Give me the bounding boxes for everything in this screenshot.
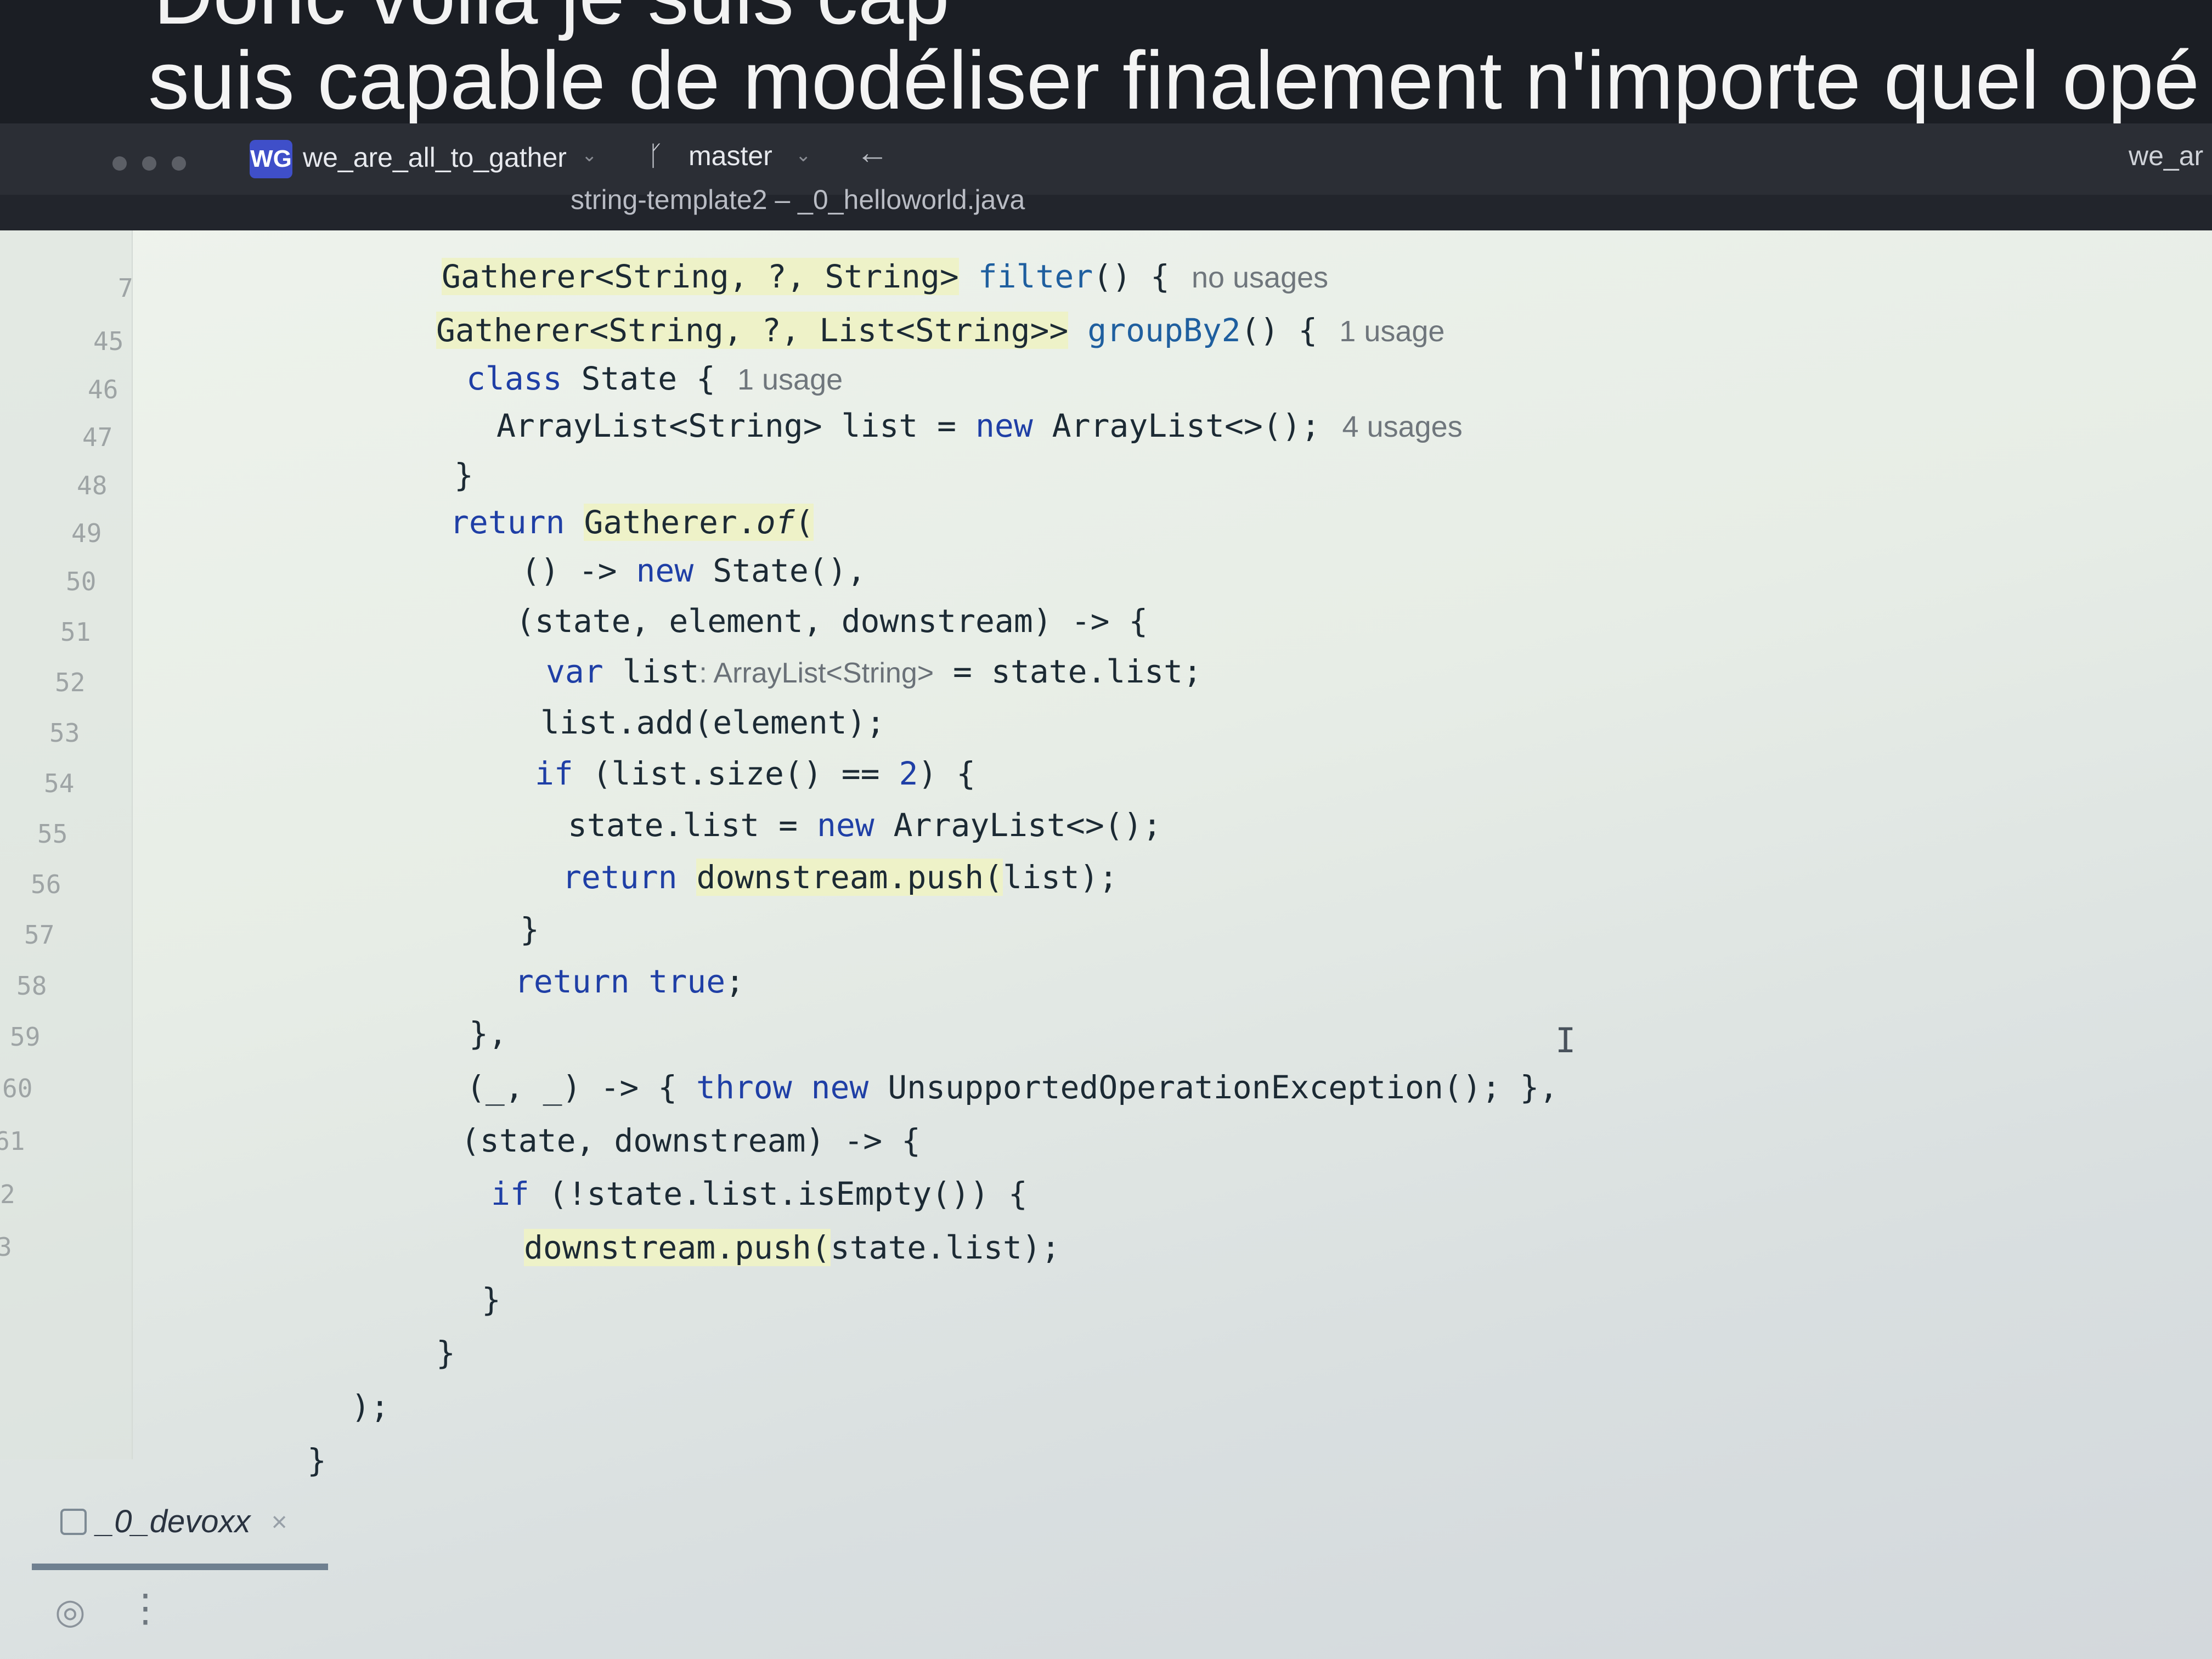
code-line[interactable]: } (307, 1442, 326, 1479)
line-number: 60 (2, 1074, 33, 1103)
code-line[interactable]: return downstream.push(list); (562, 859, 1118, 896)
line-number: 53 (49, 718, 80, 748)
code-line[interactable]: } (454, 456, 473, 494)
code-line[interactable]: ); (351, 1388, 390, 1425)
more-vertical-icon[interactable]: ⋮ (126, 1585, 165, 1630)
close-window-dot[interactable] (112, 156, 127, 171)
code-line[interactable]: var list: ArrayList<String> = state.list… (546, 653, 1202, 690)
usage-hint[interactable]: no usages (1192, 261, 1328, 294)
line-number: 3 (0, 1232, 12, 1262)
code-line[interactable]: return true; (515, 963, 744, 1000)
maximize-window-dot[interactable] (172, 156, 186, 171)
file-title: string-template2 – _0_helloworld.java (571, 184, 1025, 215)
project-badge[interactable]: WG (250, 140, 292, 178)
right-project-label[interactable]: we_ar (2129, 140, 2203, 172)
line-number: 49 (71, 518, 102, 548)
line-number: 61 (0, 1126, 25, 1156)
camera-icon[interactable]: ◎ (55, 1591, 86, 1632)
code-line[interactable]: (state, downstream) -> { (461, 1122, 921, 1159)
chevron-down-icon[interactable]: ⌄ (582, 144, 597, 166)
line-gutter: 7 45 46 47 48 49 50 51 52 53 54 55 56 57… (0, 230, 133, 1459)
code-line[interactable]: Gatherer<String, ?, List<String>> groupB… (436, 312, 1444, 349)
usage-hint[interactable]: 1 usage (737, 363, 843, 396)
window-controls[interactable] (112, 156, 186, 171)
line-number: 7 (118, 273, 133, 303)
code-line[interactable]: state.list = new ArrayList<>(); (568, 806, 1162, 844)
code-line[interactable]: class State {1 usage (466, 360, 843, 397)
line-number: 59 (10, 1022, 41, 1052)
git-branch-icon: ᚴ (647, 140, 664, 171)
line-number: 45 (93, 326, 124, 356)
slide-caption: Donc voilà je suis cap suis capable de m… (0, 0, 2212, 123)
line-number: 48 (77, 471, 108, 500)
close-icon[interactable]: × (272, 1506, 287, 1538)
code-line[interactable]: downstream.push(state.list); (524, 1229, 1060, 1266)
code-line[interactable]: ArrayList<String> list = new ArrayList<>… (496, 407, 1463, 444)
chevron-down-icon[interactable]: ⌄ (795, 144, 811, 166)
code-line[interactable]: Gatherer<String, ?, String> filter() {no… (442, 258, 1328, 295)
line-number: 47 (82, 422, 113, 452)
line-number: 57 (24, 920, 55, 950)
ide-titlebar: WG we_are_all_to_gather ⌄ ᚴ master ⌄ ← w… (0, 123, 2212, 195)
line-number: 2 (0, 1180, 15, 1209)
line-number: 55 (37, 819, 68, 849)
back-arrow-icon[interactable]: ← (856, 133, 889, 171)
project-selector[interactable]: we_are_all_to_gather (303, 142, 567, 173)
tab-label[interactable]: _0_devoxx (97, 1503, 251, 1540)
code-line[interactable]: (_, _) -> { throw new UnsupportedOperati… (466, 1069, 1558, 1106)
branch-selector[interactable]: master (689, 140, 772, 172)
line-number: 50 (66, 567, 97, 596)
code-line[interactable]: list.add(element); (540, 704, 885, 741)
usage-hint[interactable]: 4 usages (1342, 410, 1463, 443)
minimize-window-dot[interactable] (142, 156, 156, 171)
code-line[interactable]: (state, element, downstream) -> { (516, 602, 1148, 640)
type-hint: : ArrayList<String> (699, 657, 934, 689)
code-line[interactable]: } (520, 911, 539, 948)
line-number: 46 (88, 375, 119, 404)
line-number: 56 (31, 870, 61, 899)
code-line[interactable]: if (!state.list.isEmpty()) { (491, 1175, 1028, 1212)
text-cursor-icon: I (1555, 1020, 1576, 1060)
usage-hint[interactable]: 1 usage (1339, 315, 1444, 348)
code-line[interactable]: }, (469, 1015, 507, 1052)
active-tab-indicator (32, 1564, 328, 1570)
code-line[interactable]: } (436, 1334, 455, 1372)
line-number: 54 (44, 769, 75, 798)
code-line[interactable]: if (list.size() == 2) { (535, 755, 975, 792)
line-number: 52 (55, 668, 86, 697)
slide-caption-line-2: suis capable de modéliser finalement n'i… (148, 34, 2200, 123)
code-line[interactable]: () -> new State(), (521, 552, 866, 589)
code-line[interactable]: return Gatherer.of( (450, 504, 814, 541)
code-line[interactable]: } (482, 1281, 501, 1318)
line-number: 51 (60, 617, 91, 647)
tab-devoxx[interactable]: _0_devoxx × (60, 1503, 287, 1540)
file-icon (60, 1508, 87, 1535)
line-number: 58 (16, 971, 47, 1001)
code-editor[interactable]: 7 45 46 47 48 49 50 51 52 53 54 55 56 57… (0, 230, 2212, 1659)
